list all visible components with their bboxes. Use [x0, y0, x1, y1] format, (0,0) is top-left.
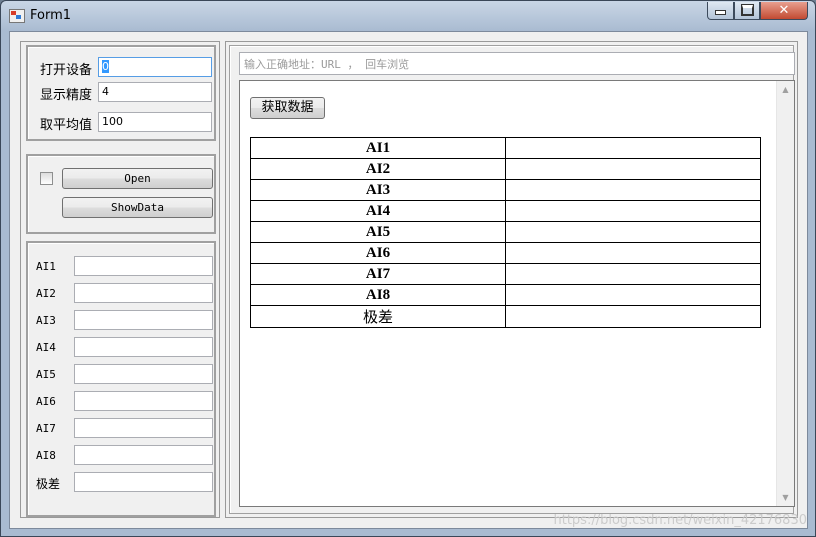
ai-label-2: AI2 — [36, 287, 56, 300]
table-cell-value — [505, 263, 761, 285]
web-browser-view[interactable]: 获取数据 AI1 AI2 AI3 AI4 AI5 AI6 AI7 AI8 极差 … — [239, 80, 795, 507]
minimize-button[interactable] — [707, 2, 734, 20]
ai-field-range[interactable] — [74, 472, 213, 492]
ai-field-2[interactable] — [74, 283, 213, 303]
table-cell-key: AI8 — [250, 284, 506, 306]
ai-field-5[interactable] — [74, 364, 213, 384]
average-field[interactable]: 100 — [98, 112, 212, 132]
maximize-button[interactable] — [734, 2, 760, 20]
url-input[interactable]: 输入正确地址：URL ， 回车浏览 — [239, 52, 795, 75]
form1-window: Form1 ✕ 打开设备 0 显示精度 4 取平均值 100 Open Show… — [0, 0, 816, 537]
table-cell-key: AI6 — [250, 242, 506, 264]
table-cell-key: AI7 — [250, 263, 506, 285]
table-row: AI6 — [250, 242, 761, 264]
table-cell-value — [505, 305, 761, 328]
fetch-data-button[interactable]: 获取数据 — [250, 97, 325, 119]
table-cell-value — [505, 137, 761, 159]
table-row: AI8 — [250, 284, 761, 306]
client-area: 打开设备 0 显示精度 4 取平均值 100 Open ShowData AI1… — [9, 31, 808, 529]
ai-field-7[interactable] — [74, 418, 213, 438]
ai-label-5: AI5 — [36, 368, 56, 381]
settings-label-open-device: 打开设备 — [40, 63, 93, 78]
table-cell-key: AI2 — [250, 158, 506, 180]
table-row: AI4 — [250, 200, 761, 222]
title-bar[interactable]: Form1 ✕ — [1, 1, 815, 31]
table-row: AI2 — [250, 158, 761, 180]
app-icon — [9, 9, 25, 23]
showdata-button[interactable]: ShowData — [62, 197, 213, 218]
ai-field-4[interactable] — [74, 337, 213, 357]
table-cell-key: AI5 — [250, 221, 506, 243]
close-icon: ✕ — [778, 3, 790, 18]
table-cell-key: AI1 — [250, 137, 506, 159]
ai-field-1[interactable] — [74, 256, 213, 276]
table-row: AI7 — [250, 263, 761, 285]
open-device-field[interactable]: 0 — [98, 57, 212, 77]
ai-data-table: AI1 AI2 AI3 AI4 AI5 AI6 AI7 AI8 极差 — [250, 137, 761, 328]
scroll-up-icon[interactable]: ▲ — [777, 81, 794, 98]
ai-field-3[interactable] — [74, 310, 213, 330]
maximize-icon — [740, 4, 754, 16]
table-cell-value — [505, 221, 761, 243]
table-cell-key: AI4 — [250, 200, 506, 222]
table-cell-value — [505, 158, 761, 180]
ai-field-8[interactable] — [74, 445, 213, 465]
watermark: https://blog.csdn.net/weixin_42176830 — [553, 513, 807, 528]
table-cell-value — [505, 200, 761, 222]
table-cell-value — [505, 242, 761, 264]
settings-label-average: 取平均值 — [40, 118, 93, 133]
table-cell-value — [505, 284, 761, 306]
ai-label-4: AI4 — [36, 341, 56, 354]
table-cell-value — [505, 179, 761, 201]
settings-panel: 打开设备 0 显示精度 4 取平均值 100 — [26, 45, 216, 141]
vertical-scrollbar[interactable]: ▲ ▼ — [776, 81, 794, 506]
ai-label-6: AI6 — [36, 395, 56, 408]
table-row: AI1 — [250, 137, 761, 159]
ai-label-range: 极差 — [36, 477, 61, 491]
ai-label-8: AI8 — [36, 449, 56, 462]
minimize-icon — [715, 10, 726, 15]
ai-label-3: AI3 — [36, 314, 56, 327]
ai-panel: AI1 AI2 AI3 AI4 AI5 AI6 AI7 AI8 极差 — [26, 241, 216, 517]
table-cell-key: AI3 — [250, 179, 506, 201]
open-button[interactable]: Open — [62, 168, 213, 189]
table-row: AI5 — [250, 221, 761, 243]
scroll-down-icon[interactable]: ▼ — [777, 489, 794, 506]
ai-label-7: AI7 — [36, 422, 56, 435]
actions-panel: Open ShowData — [26, 154, 216, 234]
close-button[interactable]: ✕ — [760, 2, 808, 20]
table-row: AI3 — [250, 179, 761, 201]
precision-field[interactable]: 4 — [98, 82, 212, 102]
ai-label-1: AI1 — [36, 260, 56, 273]
table-cell-key: 极差 — [250, 305, 506, 328]
window-title: Form1 — [30, 8, 72, 23]
table-row: 极差 — [250, 305, 761, 328]
enable-checkbox[interactable] — [40, 172, 53, 185]
ai-field-6[interactable] — [74, 391, 213, 411]
settings-label-precision: 显示精度 — [40, 88, 93, 103]
